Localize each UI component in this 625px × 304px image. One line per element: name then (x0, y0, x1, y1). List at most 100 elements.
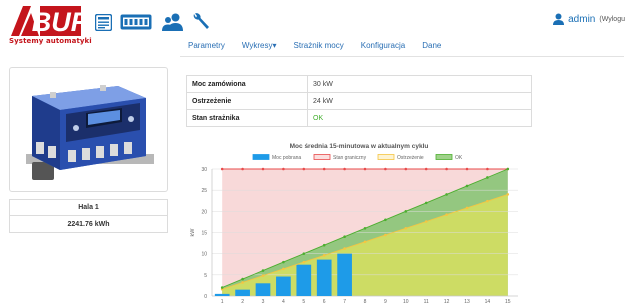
ok-point-15 (506, 167, 510, 171)
legend-swatch-4 (435, 154, 453, 160)
warning-point-3 (261, 274, 265, 277)
ok-point-13 (465, 184, 469, 188)
limit-point-14 (486, 167, 489, 171)
x-tick-label-6: 6 (323, 299, 326, 304)
user-name[interactable]: admin (568, 14, 595, 25)
power-chart: Moc średnia 15-minutowa w aktualnym cykl… (186, 138, 532, 304)
bar-2 (235, 289, 250, 296)
x-tick-label-14: 14 (485, 299, 491, 304)
device-name: Hala 1 (9, 199, 168, 216)
ok-point-4 (282, 260, 285, 264)
x-tick-label-10: 10 (403, 299, 409, 304)
warning-point-10 (404, 226, 408, 230)
nav-straznik-mocy[interactable]: Strażnik mocy (294, 37, 344, 50)
legend-swatch-3 (377, 154, 395, 160)
legend-label-3: Ostrzeżenie (397, 155, 424, 161)
ok-point-7 (343, 235, 346, 239)
device-energy: 2241.76 kWh (9, 216, 168, 233)
x-tick-label-4: 4 (282, 299, 285, 304)
nav-parametry[interactable]: Parametry (188, 37, 225, 50)
table-row: Ostrzeżenie 24 kW (186, 92, 532, 110)
ok-point-2 (241, 277, 244, 281)
warning-point-6 (322, 254, 326, 257)
warning-point-11 (424, 220, 428, 223)
limit-point-5 (302, 167, 306, 171)
list-icon[interactable] (94, 10, 112, 34)
table-row: Stan strażnika OK (186, 109, 532, 127)
x-tick-label-15: 15 (505, 299, 511, 304)
abur-logo-mark: BUR (11, 6, 83, 37)
warning-point-2 (241, 281, 244, 284)
bar-7 (337, 253, 352, 296)
legend-swatch-2 (313, 154, 331, 160)
ok-point-11 (424, 201, 428, 205)
warning-point-15 (506, 193, 510, 196)
user-icon (553, 13, 565, 25)
bar-5 (296, 264, 312, 296)
warning-point-8 (363, 240, 367, 244)
ok-point-3 (261, 269, 265, 272)
limit-point-7 (343, 167, 346, 171)
x-tick-label-9: 9 (384, 299, 387, 304)
y-tick-label-6: 30 (201, 167, 207, 173)
warning-point-5 (302, 260, 306, 264)
limit-point-12 (445, 167, 448, 171)
legend-label-4: OK (455, 155, 463, 161)
x-tick-label-2: 2 (241, 299, 244, 304)
bar-3 (255, 283, 271, 296)
limit-point-8 (363, 167, 367, 171)
warning-point-9 (384, 233, 387, 237)
warning-value: 24 kW (307, 92, 532, 110)
ok-point-14 (486, 176, 489, 179)
guard-state-label: Stan strażnika (186, 109, 308, 127)
ok-point-6 (322, 243, 326, 247)
legend-swatch-1 (252, 154, 270, 160)
legend-label-2: Stan graniczny (333, 155, 367, 161)
guard-state-value: OK (307, 109, 532, 127)
nav-dane[interactable]: Dane (422, 37, 441, 50)
x-tick-label-8: 8 (364, 299, 367, 304)
limit-point-10 (404, 167, 408, 171)
y-tick-label-2: 10 (201, 252, 207, 258)
users-icon[interactable] (162, 10, 184, 34)
limit-point-13 (465, 167, 469, 171)
x-tick-label-3: 3 (262, 299, 265, 304)
limit-point-9 (384, 167, 387, 171)
user-menu[interactable]: admin (Wylogu (553, 13, 625, 25)
ordered-power-label: Moc zamówiona (186, 75, 308, 93)
ok-point-9 (384, 218, 387, 222)
bar-6 (316, 259, 332, 296)
limit-point-1 (220, 167, 224, 171)
x-tick-label-11: 11 (424, 299, 429, 304)
ok-point-1 (220, 286, 224, 289)
warning-point-13 (465, 206, 469, 210)
legend-label-1: Moc pobrana (272, 155, 301, 161)
bar-4 (276, 276, 291, 296)
ok-point-8 (363, 226, 367, 230)
meter-icon[interactable] (120, 10, 152, 34)
nav-wykresy-dropdown[interactable]: Wykresy▾ (242, 37, 277, 50)
x-tick-label-5: 5 (302, 299, 305, 304)
x-tick-label-7: 7 (343, 299, 346, 304)
limit-point-2 (241, 167, 244, 171)
device-image (9, 67, 168, 192)
y-axis-label: kW (190, 228, 196, 237)
chart-title: Moc średnia 15-minutowa w aktualnym cykl… (290, 143, 429, 150)
x-tick-label-1: 1 (221, 299, 224, 304)
y-tick-label-4: 20 (201, 209, 207, 215)
warning-label: Ostrzeżenie (186, 92, 308, 110)
ok-point-5 (302, 252, 306, 255)
logout-link[interactable]: (Wylogu (599, 16, 625, 23)
limit-point-6 (322, 167, 326, 171)
ok-point-10 (404, 210, 408, 213)
warning-point-14 (486, 199, 489, 203)
limit-point-4 (282, 167, 285, 171)
wrench-icon[interactable] (191, 10, 211, 34)
warning-point-7 (343, 247, 346, 250)
x-tick-label-12: 12 (444, 299, 450, 304)
logo-subtitle: Systemy automatyki (9, 37, 92, 45)
svg-text:BUR: BUR (32, 7, 83, 37)
limit-point-11 (424, 167, 428, 171)
warning-point-12 (445, 213, 448, 217)
nav-konfiguracja[interactable]: Konfiguracja (361, 37, 405, 50)
